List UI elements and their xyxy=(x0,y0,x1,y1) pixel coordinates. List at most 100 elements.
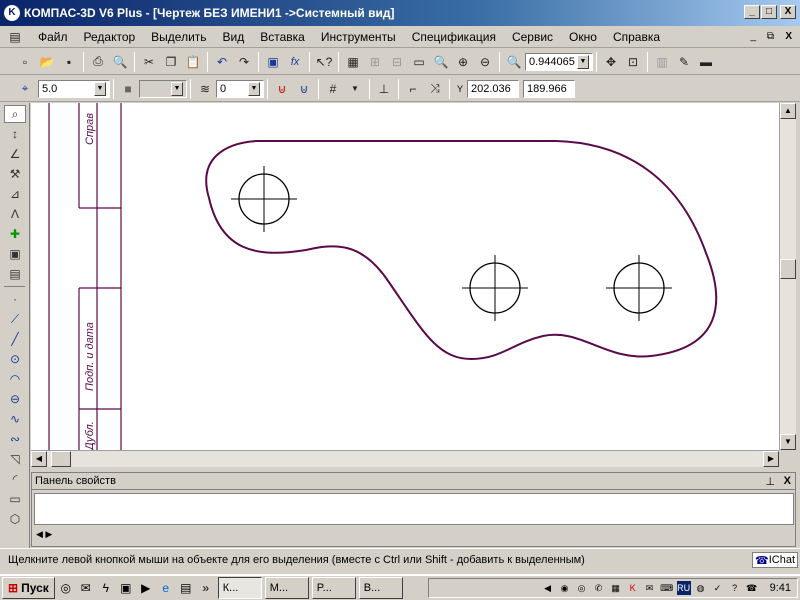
start-button[interactable]: ⊞ Пуск xyxy=(2,577,55,599)
grid-dropdown-icon[interactable]: ▼ xyxy=(344,78,366,100)
explorer-icon[interactable]: ▤ xyxy=(177,579,195,597)
magnet-icon[interactable]: ⊍ xyxy=(271,78,293,100)
ortho-icon[interactable]: ⌐ xyxy=(402,78,424,100)
scroll-left-icon[interactable]: ◀ xyxy=(31,451,47,467)
manager-icon[interactable]: ▦ xyxy=(342,51,364,73)
associative-view-icon[interactable]: ▣ xyxy=(4,245,26,263)
zoom-scale-field[interactable]: 0.944065 ▼ xyxy=(525,52,593,71)
keyboard-icon[interactable]: ⌨ xyxy=(660,581,674,595)
polyline-tool-icon[interactable]: ∿ xyxy=(4,410,26,428)
cut-icon[interactable]: ✂ xyxy=(138,51,160,73)
x-coordinate-field[interactable]: 202.036 xyxy=(467,79,519,98)
sound-icon[interactable]: ◎ xyxy=(575,581,589,595)
hole-middle[interactable] xyxy=(462,255,528,321)
context-help-icon[interactable]: ↖? xyxy=(313,51,335,73)
zoom-out-icon[interactable]: ⊖ xyxy=(474,51,496,73)
spline-tool-icon[interactable]: ∾ xyxy=(4,430,26,448)
menu-service[interactable]: Сервис xyxy=(504,30,561,44)
calendar-icon[interactable]: ▦ xyxy=(609,581,623,595)
print-icon[interactable]: ⎙ xyxy=(87,51,109,73)
print-preview-icon[interactable]: 🔍 xyxy=(109,51,131,73)
edit-tool-icon[interactable]: ⚒ xyxy=(4,165,26,183)
doc-close-button[interactable]: X xyxy=(785,31,792,42)
antivirus-icon[interactable]: ✆ xyxy=(592,581,606,595)
undo-icon[interactable]: ↶ xyxy=(211,51,233,73)
segment-tool-icon[interactable]: ╱ xyxy=(4,330,26,348)
local-snap-icon[interactable]: ⊍ xyxy=(293,78,315,100)
doc-restore-button[interactable]: ⧉ xyxy=(767,31,774,42)
menu-tools[interactable]: Инструменты xyxy=(313,30,404,44)
scroll-down-icon[interactable]: ▼ xyxy=(780,434,796,450)
ellipse-tool-icon[interactable]: ⊖ xyxy=(4,390,26,408)
snap-point-icon[interactable]: ⌖ xyxy=(14,78,36,100)
point-tool-icon[interactable]: · xyxy=(4,290,26,308)
copy-icon[interactable]: ❐ xyxy=(160,51,182,73)
select-tool-icon[interactable]: ⌕ xyxy=(4,105,26,123)
outlook-icon[interactable]: ✉ xyxy=(77,579,95,597)
scroll-right-icon[interactable]: ▶ xyxy=(763,451,779,467)
parametrization-tool-icon[interactable]: ⊿ xyxy=(4,185,26,203)
round-icon[interactable]: ⤨ xyxy=(424,78,446,100)
chevron-down-icon[interactable]: ▼ xyxy=(171,81,183,96)
new-file-icon[interactable]: ▫ xyxy=(14,51,36,73)
scroll-up-icon[interactable]: ▲ xyxy=(780,103,796,119)
drawing-canvas[interactable]: Справ Подп. и дата Дубл. xyxy=(31,103,779,450)
function-icon[interactable]: fx xyxy=(284,51,306,73)
show-all-icon[interactable]: ⊡ xyxy=(622,51,644,73)
menu-editor[interactable]: Редактор xyxy=(76,30,144,44)
library-icon[interactable]: ▥ xyxy=(651,51,673,73)
spec-tool-icon[interactable]: ▤ xyxy=(4,265,26,283)
fillet-tool-icon[interactable]: ◜ xyxy=(4,470,26,488)
align-icon[interactable]: ⊞ xyxy=(364,51,386,73)
frame-icon[interactable]: ▭ xyxy=(408,51,430,73)
minimize-button[interactable]: _ xyxy=(744,5,760,19)
line-width-field[interactable]: 5.0 ▼ xyxy=(38,79,110,98)
close-button[interactable]: X xyxy=(780,5,796,19)
dimensions-tool-icon[interactable]: ↕ xyxy=(4,125,26,143)
open-folder-icon[interactable]: 📂 xyxy=(36,51,58,73)
geometry-tool-icon[interactable]: ∠ xyxy=(4,145,26,163)
menu-help[interactable]: Справка xyxy=(605,30,668,44)
maximize-button[interactable]: □ xyxy=(761,5,777,19)
menu-specification[interactable]: Спецификация xyxy=(404,30,504,44)
zoom-in-icon[interactable]: ⊕ xyxy=(452,51,474,73)
tray-check-icon[interactable]: ✓ xyxy=(711,581,725,595)
panel-close-button[interactable]: X xyxy=(784,475,791,487)
screen-icon[interactable]: ▬ xyxy=(695,51,717,73)
more-icon[interactable]: » xyxy=(197,579,215,597)
task-word-1[interactable]: M... xyxy=(264,577,309,599)
menu-view[interactable]: Вид xyxy=(215,30,253,44)
brush-icon[interactable]: ✎ xyxy=(673,51,695,73)
pin-icon[interactable]: ⊥ xyxy=(765,475,775,488)
chevron-down-icon[interactable]: ▼ xyxy=(577,54,589,69)
menu-select[interactable]: Выделить xyxy=(143,30,214,44)
grid-icon[interactable]: # xyxy=(322,78,344,100)
chat-button[interactable]: ☎ IChat xyxy=(752,552,798,568)
arc-tool-icon[interactable]: ◠ xyxy=(4,370,26,388)
selection-tool-icon[interactable]: ✚ xyxy=(4,225,26,243)
redo-icon[interactable]: ↷ xyxy=(233,51,255,73)
paste-icon[interactable]: 📋 xyxy=(182,51,204,73)
color-field[interactable]: ▼ xyxy=(139,79,187,98)
tray-app-icon[interactable]: ◍ xyxy=(694,581,708,595)
chamfer-tool-icon[interactable]: ◹ xyxy=(4,450,26,468)
rectangle-tool-icon[interactable]: ▭ xyxy=(4,490,26,508)
polygon-tool-icon[interactable]: ⬡ xyxy=(4,510,26,528)
tray-phone-icon[interactable]: ☎ xyxy=(745,581,759,595)
local-coordinates-icon[interactable]: ⊥ xyxy=(373,78,395,100)
part-outline[interactable] xyxy=(205,140,718,361)
winamp-icon[interactable]: ϟ xyxy=(97,579,115,597)
layer-field[interactable]: 0 ▼ xyxy=(216,79,264,98)
auxiliary-line-icon[interactable]: ⟋ xyxy=(4,310,26,328)
menu-file[interactable]: Файл xyxy=(30,30,76,44)
mail-icon[interactable]: ✉ xyxy=(643,581,657,595)
task-kompas[interactable]: К... xyxy=(217,577,262,599)
vertical-scroll-thumb[interactable] xyxy=(780,259,796,279)
horizontal-scroll-thumb[interactable] xyxy=(51,451,71,467)
chevron-down-icon[interactable]: ▼ xyxy=(248,81,260,96)
desktop-icon[interactable]: ▣ xyxy=(117,579,135,597)
media-icon[interactable]: ▶ xyxy=(137,579,155,597)
circle-tool-icon[interactable]: ⊙ xyxy=(4,350,26,368)
language-indicator[interactable]: RU xyxy=(676,581,691,595)
zoom-window-icon[interactable]: 🔍 xyxy=(430,51,452,73)
